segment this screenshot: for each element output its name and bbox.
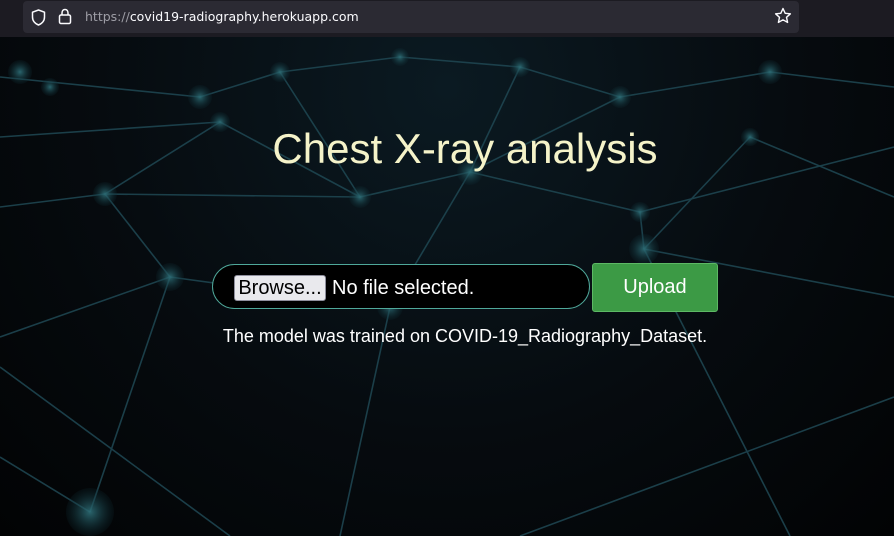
url-text[interactable]: https://covid19-radiography.herokuapp.co… [85,9,359,24]
url-host: covid19-radiography.herokuapp.com [129,9,359,24]
page-viewport: Chest X-ray analysis Browse... No file s… [0,37,894,536]
url-scheme: https:// [85,9,130,24]
bookmark-star-icon[interactable] [774,7,792,30]
page-title: Chest X-ray analysis [272,125,658,172]
file-status-text: No file selected. [332,277,475,299]
lock-icon[interactable] [58,8,72,30]
browse-button[interactable]: Browse... [234,275,326,301]
file-input[interactable]: Browse... No file selected. [212,264,590,309]
browser-toolbar: https://covid19-radiography.herokuapp.co… [0,0,894,37]
shield-icon[interactable] [31,9,46,31]
upload-button[interactable]: Upload [592,263,718,312]
address-bar[interactable]: https://covid19-radiography.herokuapp.co… [23,1,799,33]
model-note: The model was trained on COVID-19_Radiog… [222,326,708,346]
